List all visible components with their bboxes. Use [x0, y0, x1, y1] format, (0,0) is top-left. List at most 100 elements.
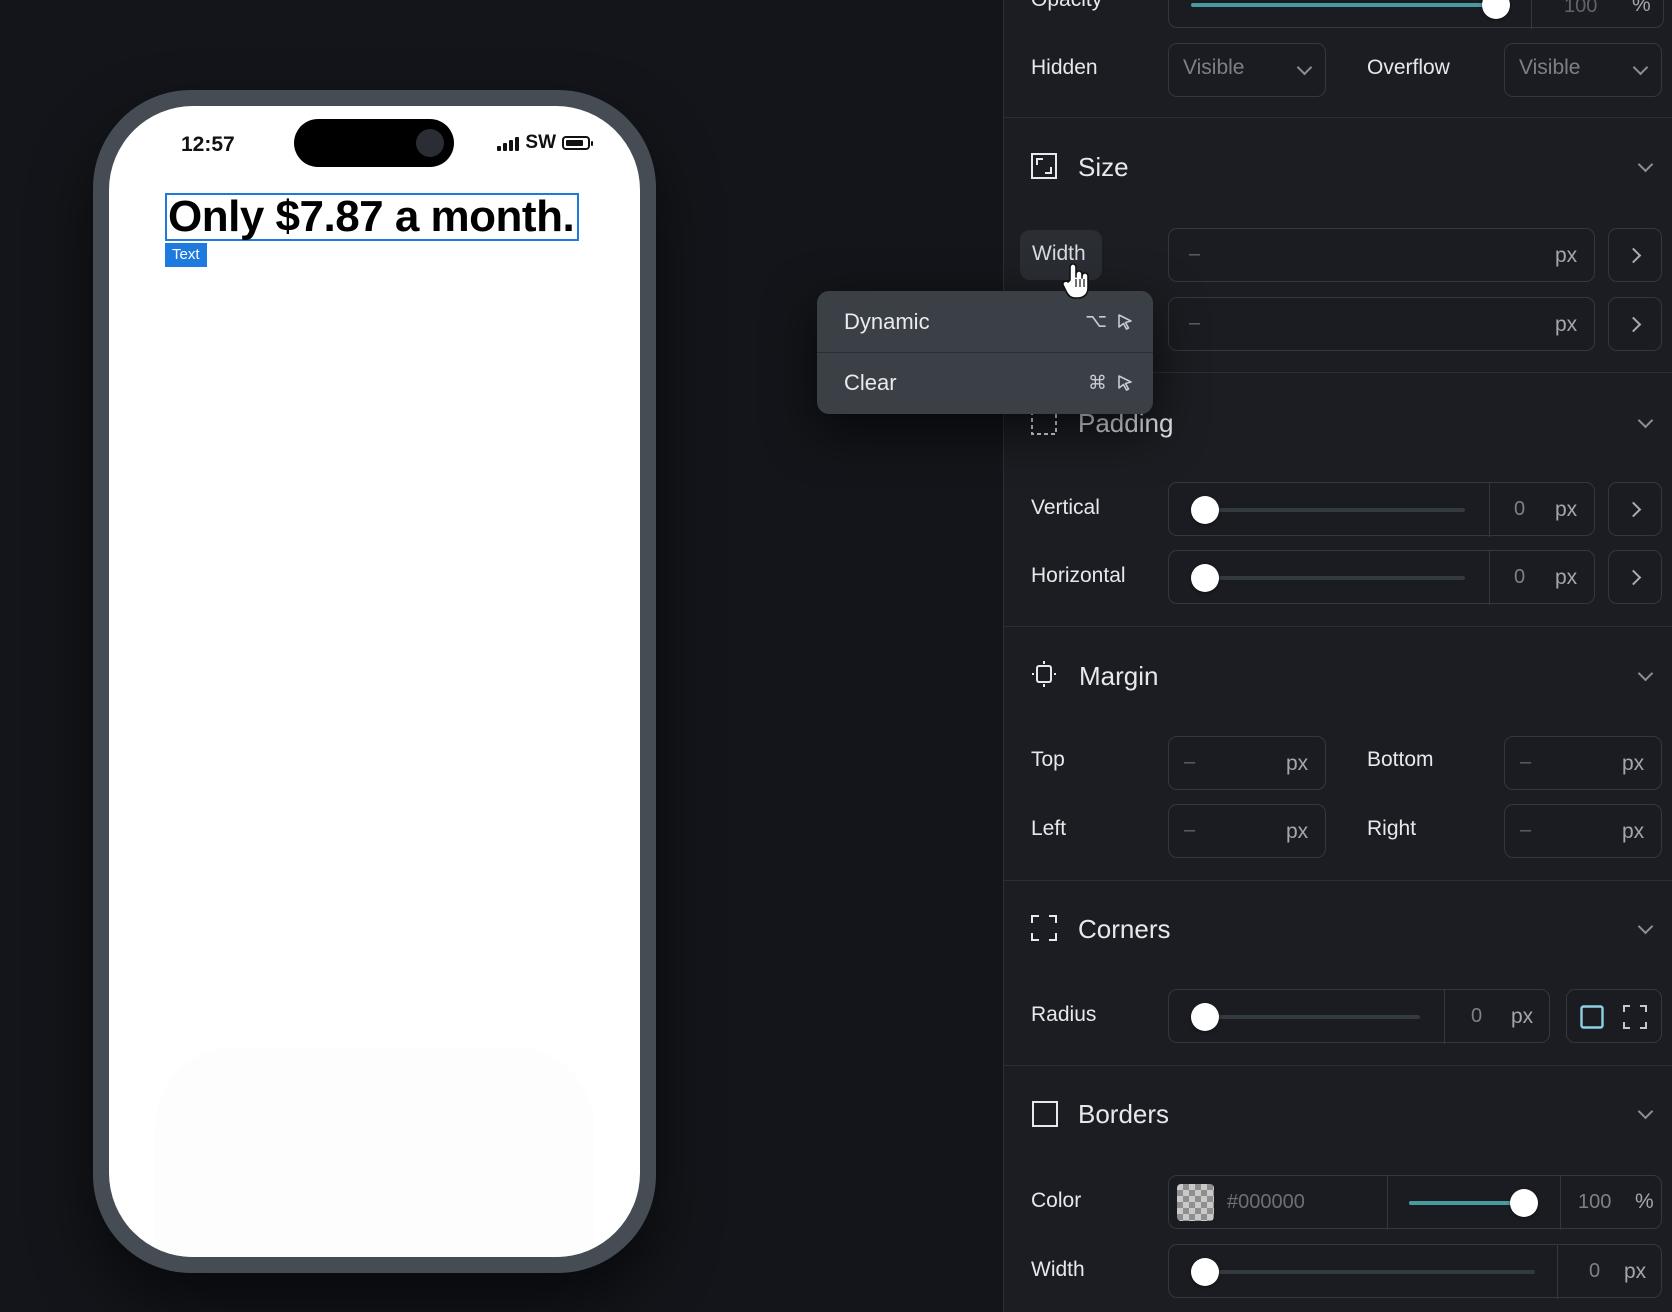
chevron-right-icon	[1625, 247, 1642, 264]
margin-left-value: –	[1184, 819, 1196, 841]
context-menu-item-clear[interactable]: Clear ⌘	[817, 352, 1153, 413]
vertical-padding-unit: px	[1555, 498, 1578, 521]
camera-icon	[416, 129, 444, 157]
radius-slider-knob[interactable]	[1191, 1003, 1219, 1031]
margin-left-input[interactable]: – px	[1168, 804, 1326, 858]
context-menu: Dynamic ⌥ Clear ⌘	[817, 291, 1153, 414]
width-value: –	[1189, 243, 1201, 265]
vertical-padding-control[interactable]: 0 px	[1168, 482, 1595, 537]
height-expand-button[interactable]	[1608, 297, 1662, 351]
radius-unit: px	[1511, 1005, 1534, 1028]
phone-screen: 12:57 SW Only $7.87 a month. Text	[109, 106, 640, 1257]
divider	[1004, 1065, 1672, 1066]
margin-right-value: –	[1520, 819, 1532, 841]
margin-icon	[1032, 661, 1056, 687]
context-menu-item-label: Clear	[844, 370, 897, 395]
horizontal-slider-knob[interactable]	[1191, 564, 1219, 592]
hand-cursor-icon	[1062, 263, 1089, 299]
hidden-dropdown-value: Visible	[1183, 56, 1245, 79]
phone-frame: 12:57 SW Only $7.87 a month. Text	[93, 90, 656, 1273]
margin-section-title[interactable]: Margin	[1079, 661, 1158, 692]
signal-icon	[497, 136, 520, 151]
corners-icon	[1031, 915, 1057, 941]
size-icon	[1031, 153, 1057, 179]
width-unit: px	[1555, 244, 1578, 267]
corner-mode-toggle[interactable]	[1566, 989, 1662, 1043]
margin-bottom-label: Bottom	[1367, 748, 1434, 771]
border-width-control[interactable]: 0 px	[1168, 1244, 1662, 1299]
screen-bottom-glow	[155, 1047, 594, 1257]
margin-top-unit: px	[1286, 752, 1309, 775]
height-value: –	[1189, 312, 1201, 334]
divider	[1004, 117, 1672, 118]
border-opacity-value[interactable]: 100	[1578, 1191, 1611, 1214]
margin-left-unit: px	[1286, 820, 1309, 843]
vertical-padding-label: Vertical	[1031, 496, 1100, 519]
borders-icon	[1032, 1101, 1058, 1127]
radius-control[interactable]: 0 px	[1168, 989, 1550, 1044]
corners-section-title[interactable]: Corners	[1078, 914, 1170, 945]
hidden-label: Hidden	[1031, 56, 1098, 79]
margin-bottom-input[interactable]: – px	[1504, 736, 1662, 790]
chevron-right-icon	[1625, 316, 1642, 333]
opacity-label: Opacity	[1031, 0, 1102, 12]
vertical-slider-knob[interactable]	[1191, 496, 1219, 524]
chevron-down-icon	[1296, 59, 1313, 76]
radius-value[interactable]: 0	[1471, 1005, 1482, 1028]
click-cursor-icon	[1118, 313, 1132, 330]
border-width-label: Width	[1031, 1258, 1085, 1281]
status-indicators: SW	[497, 132, 593, 154]
option-key-icon: ⌥	[1085, 311, 1107, 332]
borders-section-title[interactable]: Borders	[1078, 1099, 1169, 1130]
battery-icon	[562, 136, 593, 150]
chevron-down-icon	[1632, 59, 1649, 76]
height-input[interactable]: – px	[1168, 297, 1595, 351]
horizontal-padding-expand-button[interactable]	[1608, 550, 1662, 604]
selection-tag: Text	[165, 243, 207, 267]
size-section-title[interactable]: Size	[1078, 152, 1129, 183]
individual-corners-icon[interactable]	[1623, 1005, 1647, 1029]
uniform-corners-icon[interactable]	[1580, 1005, 1604, 1029]
opacity-control[interactable]: 100 %	[1168, 0, 1664, 29]
opacity-slider-knob[interactable]	[1482, 0, 1510, 19]
border-width-slider-knob[interactable]	[1191, 1258, 1219, 1286]
horizontal-padding-label: Horizontal	[1031, 564, 1126, 587]
margin-right-unit: px	[1622, 820, 1645, 843]
dynamic-shortcut: ⌥	[1085, 310, 1135, 333]
horizontal-padding-value[interactable]: 0	[1514, 566, 1525, 589]
border-color-control[interactable]: #000000 100 %	[1168, 1175, 1662, 1230]
border-opacity-slider-knob[interactable]	[1510, 1189, 1538, 1217]
border-color-value[interactable]: #000000	[1227, 1191, 1305, 1214]
overflow-dropdown-value: Visible	[1519, 56, 1581, 79]
border-width-value[interactable]: 0	[1589, 1260, 1600, 1283]
margin-top-input[interactable]: – px	[1168, 736, 1326, 790]
chevron-right-icon	[1625, 501, 1642, 518]
divider	[1004, 626, 1672, 627]
color-swatch[interactable]	[1177, 1184, 1214, 1221]
margin-top-label: Top	[1031, 748, 1065, 771]
click-cursor-icon	[1118, 375, 1132, 391]
chevron-right-icon	[1625, 569, 1642, 586]
horizontal-padding-control[interactable]: 0 px	[1168, 550, 1595, 605]
border-width-unit: px	[1624, 1260, 1647, 1283]
carrier-label: SW	[525, 132, 556, 153]
width-input[interactable]: – px	[1168, 228, 1595, 282]
overflow-label: Overflow	[1367, 56, 1450, 79]
width-expand-button[interactable]	[1608, 228, 1662, 282]
hidden-dropdown[interactable]: Visible	[1168, 43, 1326, 97]
vertical-padding-expand-button[interactable]	[1608, 482, 1662, 536]
opacity-unit: %	[1632, 0, 1651, 16]
vertical-padding-value[interactable]: 0	[1514, 498, 1525, 521]
margin-right-input[interactable]: – px	[1504, 804, 1662, 858]
headline-text[interactable]: Only $7.87 a month.	[165, 193, 579, 241]
margin-left-label: Left	[1031, 817, 1067, 840]
margin-right-label: Right	[1367, 817, 1417, 840]
overflow-dropdown[interactable]: Visible	[1504, 43, 1662, 97]
opacity-value[interactable]: 100	[1564, 0, 1597, 18]
margin-bottom-unit: px	[1622, 752, 1645, 775]
border-color-label: Color	[1031, 1189, 1082, 1212]
margin-top-value: –	[1184, 751, 1196, 773]
radius-label: Radius	[1031, 1003, 1097, 1026]
context-menu-item-dynamic[interactable]: Dynamic ⌥	[817, 291, 1153, 352]
height-unit: px	[1555, 313, 1578, 336]
